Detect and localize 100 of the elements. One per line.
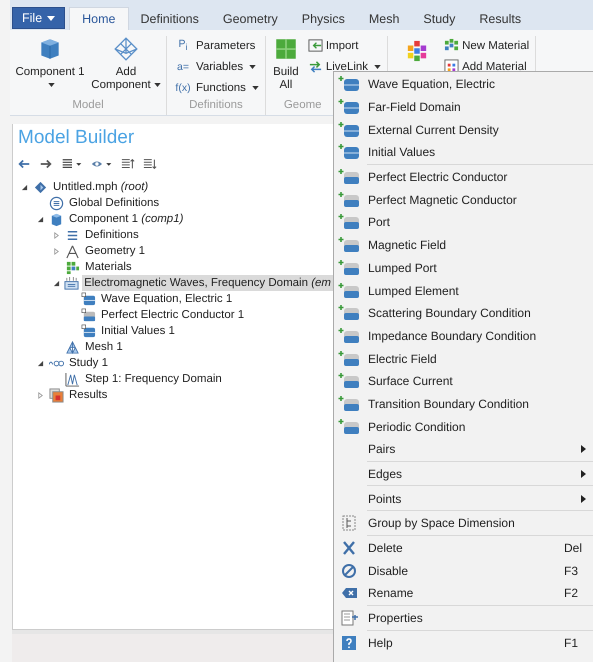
menu-item[interactable]: Perfect Electric Conductor [334,166,593,188]
collapsed-arrow-icon[interactable] [53,232,60,238]
collapsed-arrow-icon[interactable] [53,248,60,254]
add-boundary-icon [338,305,360,322]
menu-item[interactable]: External Current Density [334,118,593,142]
tree-item[interactable]: Results [13,387,333,403]
results-stack-icon [49,388,64,402]
ribbon-button[interactable]: f(x) Functions [171,78,261,97]
add-boundary-icon [338,192,360,208]
group-label: Definitions [189,99,243,113]
ribbon-tab[interactable]: Definitions [128,7,211,30]
expanded-arrow-icon[interactable] [37,360,44,366]
menu-item[interactable]: Initial Values [334,141,593,164]
tree-item[interactable]: Untitled.mph (root) [13,179,333,195]
menu-item[interactable]: Impedance Boundary Condition [334,324,593,348]
menu-item[interactable]: Transition Boundary Condition [334,392,593,416]
tree-item[interactable]: Global Definitions [13,195,333,211]
tree-item[interactable]: Definitions [13,227,333,243]
menu-item[interactable]: Lumped Port [334,256,593,280]
tree-item[interactable]: Perfect Electric Conductor 1 [13,307,333,323]
tree-item[interactable]: Wave Equation, Electric 1 [13,291,333,307]
expand-all-icon[interactable] [143,157,157,171]
tree-item[interactable]: Step 1: Frequency Domain [13,371,333,387]
ribbon-button[interactable]: Add Component [90,36,162,92]
file-menu-button[interactable]: File [12,7,66,29]
forward-arrow-icon[interactable] [39,157,53,171]
menu-item[interactable]: Properties [334,606,593,630]
tree-item[interactable]: Component 1 (comp1) [13,211,333,227]
menu-item[interactable]: Port [334,211,593,234]
mesh-triangle-icon [65,340,80,354]
menu-item[interactable]: Scattering Boundary Condition [334,302,593,325]
ribbon-tab[interactable]: Physics [290,7,357,30]
swap-arrows-icon [308,59,323,74]
ribbon-tab[interactable]: Geometry [210,7,290,30]
back-arrow-icon[interactable] [17,157,31,171]
menu-item[interactable]: Disable F3 [334,559,593,582]
expanded-arrow-icon[interactable] [53,280,60,286]
menu-item[interactable]: Perfect Magnetic Conductor [334,188,593,212]
list-circle-icon [49,196,64,210]
tree-item[interactable]: Geometry 1 [13,243,333,259]
panel-title: Model Builder [17,126,136,150]
menu-item[interactable]: Electric Field [334,347,593,370]
menu-item[interactable]: Points [334,487,593,510]
menu-item[interactable]: Delete Del [334,536,593,560]
antenna-device-icon [64,276,80,290]
collapsed-arrow-icon[interactable] [37,392,44,398]
menu-item[interactable]: Pairs [334,438,593,461]
group-label: Model [72,99,104,113]
add-boundary-icon [338,328,360,344]
wireframe-cube-icon [113,36,139,62]
tree-item[interactable]: Materials [13,259,333,275]
add-domain-icon [338,122,360,138]
add-boundary-icon [338,350,360,367]
ribbon-button[interactable]: a= Variables [171,57,261,76]
menu-item[interactable]: Edges [334,462,593,486]
ribbon-button[interactable]: Import [306,36,384,55]
expanded-arrow-icon[interactable] [37,216,44,222]
list-dropdown-icon[interactable] [61,157,83,171]
compass-icon [65,244,80,258]
ribbon-button[interactable]: Build All [270,36,302,92]
menu-item[interactable]: Help F1 [334,632,593,654]
ribbon-tab[interactable]: Mesh [356,7,412,30]
color-blocks-icon[interactable] [406,40,428,62]
ribbon-button[interactable]: P$_{i}$ Parameters [171,36,261,55]
add-domain-icon [338,99,360,116]
caret-icon [47,16,56,20]
expanded-arrow-icon[interactable] [21,184,28,190]
menu-item[interactable]: Far-Field Domain [334,96,593,118]
cube-icon [49,212,64,226]
group-label: Geome [282,99,322,113]
frequency-plot-icon [65,372,80,386]
ribbon-tab[interactable]: Study [411,7,468,30]
submenu-arrow-icon [581,445,586,454]
menu-item[interactable]: Group by Space Dimension [334,512,593,535]
menu-item[interactable]: Wave Equation, Electric [334,73,593,96]
add-boundary-icon [338,396,360,412]
tree-item[interactable]: Initial Values 1 [13,323,333,339]
ribbon-tab[interactable]: Home [69,7,128,30]
ribbon-button[interactable]: LiveLink [306,57,384,76]
menu-item[interactable]: Rename F2 [334,582,593,605]
diamond-icon [33,180,48,194]
material-grid-icon [444,38,460,53]
boundary-node-icon [81,308,96,322]
tree-item[interactable]: Study 1 [13,355,333,371]
ribbon-tab[interactable]: Results [467,7,534,30]
menu-item[interactable]: Periodic Condition [334,415,593,438]
collapse-all-icon[interactable] [121,157,135,171]
material-grid-icon [65,260,80,274]
domain-node-icon [81,324,96,338]
add-boundary-icon [338,169,360,186]
menu-item[interactable]: Surface Current [334,370,593,393]
ribbon-button[interactable]: Component 1 [14,36,86,92]
submenu-arrow-icon [581,470,586,478]
add-domain-icon [338,144,360,160]
menu-item[interactable]: Magnetic Field [334,234,593,256]
menu-item[interactable]: Lumped Element [334,279,593,302]
add-boundary-icon [338,260,360,276]
domain-node-icon [81,292,96,306]
tree-item[interactable]: Mesh 1 [13,339,333,355]
ribbon-button[interactable]: New Material [442,36,532,55]
